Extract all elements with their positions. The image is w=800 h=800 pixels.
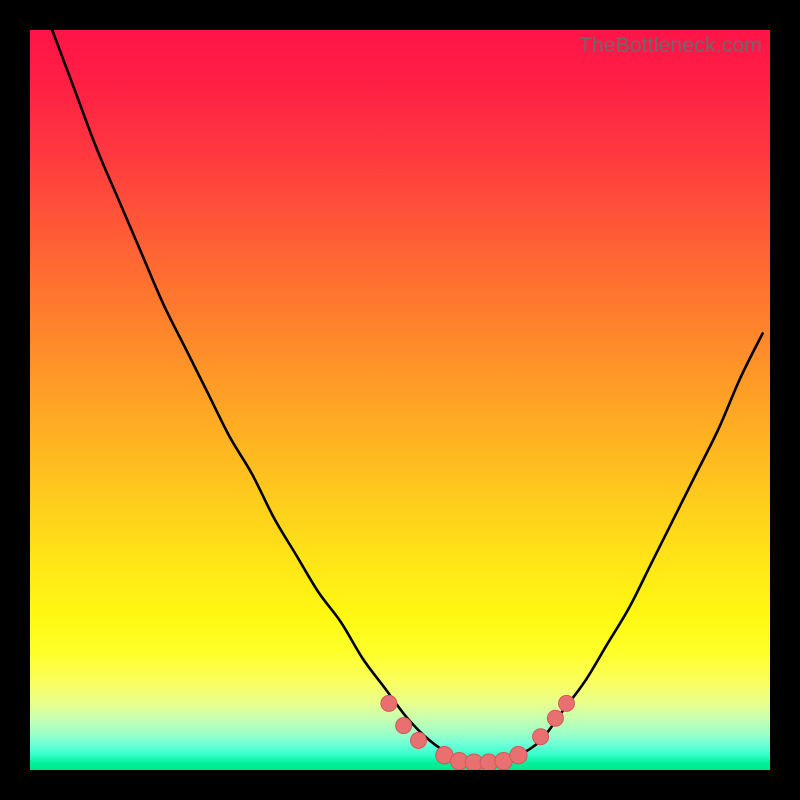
curve-marker — [547, 710, 563, 726]
curve-marker — [533, 729, 549, 745]
curve-marker — [559, 695, 575, 711]
curve-marker — [411, 732, 427, 748]
chart-frame: TheBottleneck.com — [0, 0, 800, 800]
marker-group — [381, 695, 575, 770]
curve-svg — [30, 30, 770, 770]
chart-plot-area: TheBottleneck.com — [30, 30, 770, 770]
curve-marker — [396, 718, 412, 734]
curve-marker — [510, 747, 527, 764]
bottleneck-curve-path — [52, 30, 762, 764]
curve-marker — [381, 695, 397, 711]
